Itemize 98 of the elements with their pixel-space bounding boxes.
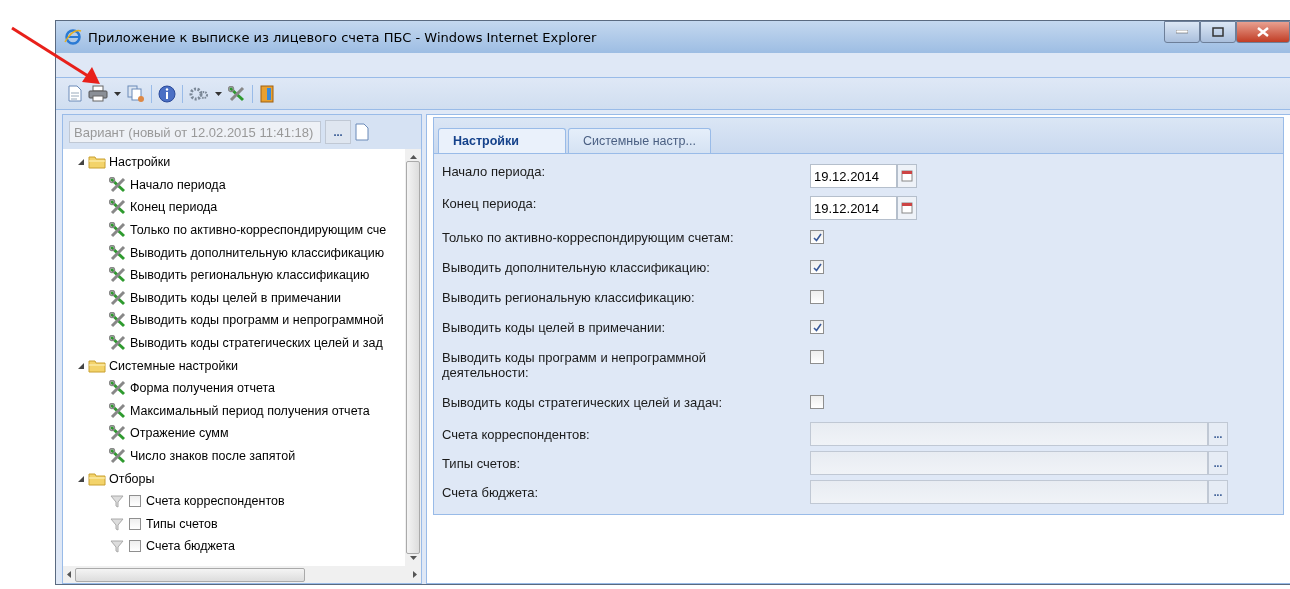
- tree-item[interactable]: Начало периода: [130, 177, 226, 192]
- checkbox[interactable]: [129, 517, 141, 530]
- minimize-icon: [1176, 30, 1188, 34]
- tools-icon: [109, 199, 127, 216]
- tree-item[interactable]: Выводить коды программ и непрограммной: [130, 313, 384, 328]
- tree-item[interactable]: Счета корреспондентов: [146, 494, 285, 509]
- tree-group-label[interactable]: Отборы: [109, 471, 155, 486]
- maximize-button[interactable]: [1200, 21, 1236, 43]
- tree-item[interactable]: Счета бюджета: [146, 539, 235, 554]
- lookup-field[interactable]: [810, 451, 1208, 475]
- checkbox[interactable]: [810, 320, 824, 334]
- browser-logo-icon: [64, 28, 82, 46]
- folder-icon: [88, 155, 106, 170]
- tree-item[interactable]: Форма получения отчета: [130, 381, 275, 396]
- browse-button[interactable]: ...: [325, 120, 351, 144]
- tools-icon: [109, 312, 127, 329]
- tools-icon: [109, 402, 127, 419]
- scroll-right-arrow-icon[interactable]: [413, 571, 417, 578]
- checkbox[interactable]: [810, 395, 824, 409]
- printer-icon[interactable]: [88, 85, 108, 102]
- field-label: Выводить коды программ и непрограммной деятельности:: [442, 350, 707, 380]
- scroll-left-arrow-icon[interactable]: [67, 571, 71, 578]
- field-label: Счета корреспондентов:: [442, 426, 591, 442]
- checkbox[interactable]: [810, 260, 824, 274]
- tools-icon: [109, 289, 127, 306]
- lookup-field[interactable]: [810, 480, 1208, 504]
- folder-icon: [88, 471, 106, 486]
- close-button[interactable]: [1236, 21, 1290, 43]
- calendar-button[interactable]: [897, 196, 917, 220]
- field-label: Выводить региональную классификацию:: [442, 290, 696, 305]
- tools-icon: [109, 222, 127, 239]
- exit-door-icon[interactable]: [259, 84, 275, 103]
- tools-icon: [228, 85, 246, 102]
- tools-icon: [109, 244, 127, 261]
- checkbox[interactable]: [810, 290, 824, 304]
- date-field[interactable]: 19.12.2014: [810, 164, 897, 188]
- tree-group-label[interactable]: Системные настройки: [109, 358, 238, 373]
- scroll-down-arrow-icon[interactable]: [409, 556, 417, 560]
- browse-button[interactable]: ...: [1208, 480, 1228, 504]
- document-icon[interactable]: [355, 123, 369, 141]
- tree-item[interactable]: Максимальный период получения отчета: [130, 403, 370, 418]
- tree-item[interactable]: Отражение сумм: [130, 426, 229, 441]
- checkbox[interactable]: [129, 540, 141, 553]
- tab[interactable]: Системные настр...: [567, 128, 711, 153]
- tree-item[interactable]: Типы счетов: [146, 516, 218, 531]
- dropdown-caret-icon[interactable]: [114, 91, 121, 96]
- tools-icon: [109, 448, 127, 464]
- info-icon[interactable]: [158, 84, 176, 103]
- tools-icon: [109, 176, 127, 193]
- tree-item[interactable]: Выводить региональную классификацию: [130, 268, 370, 283]
- calendar-button[interactable]: [897, 164, 917, 188]
- expanded-triangle-icon[interactable]: [77, 474, 85, 483]
- funnel-icon: [110, 539, 124, 554]
- checkbox[interactable]: [810, 230, 824, 244]
- field-label: Типы счетов:: [442, 455, 522, 471]
- browse-button[interactable]: ...: [1208, 422, 1228, 446]
- tools-icon: [109, 425, 127, 442]
- calendar-icon: [901, 202, 913, 214]
- tools-icon: [109, 380, 127, 397]
- expanded-triangle-icon[interactable]: [77, 158, 85, 167]
- close-icon: [1257, 27, 1269, 37]
- tab[interactable]: Настройки: [438, 128, 566, 153]
- gears-icon[interactable]: [189, 85, 209, 102]
- tools-icon: [109, 335, 127, 352]
- field-label: Начало периода:: [442, 164, 547, 179]
- horizontal-scrollbar[interactable]: [63, 566, 421, 583]
- folder-icon: [88, 358, 106, 373]
- tree-item[interactable]: Выводить коды целей в примечании: [130, 290, 342, 305]
- maximize-icon: [1212, 27, 1224, 37]
- vertical-scrollbar[interactable]: [405, 149, 421, 566]
- copy-documents-icon[interactable]: [127, 84, 145, 103]
- field-label: Выводить коды целей в примечании:: [442, 320, 667, 335]
- date-field[interactable]: 19.12.2014: [810, 196, 897, 220]
- expanded-triangle-icon[interactable]: [77, 361, 85, 370]
- tree-item[interactable]: Конец периода: [130, 200, 218, 215]
- window-title: Приложение к выписке из лицевого счета ПБС - Windows Internet Explorer: [88, 29, 597, 45]
- funnel-icon: [110, 494, 124, 509]
- browse-button[interactable]: ...: [1208, 451, 1228, 475]
- calendar-icon: [901, 170, 913, 182]
- scroll-up-arrow-icon[interactable]: [409, 155, 417, 159]
- field-label: Только по активно-корреспондирующим счетам:: [442, 230, 735, 245]
- tree-item[interactable]: Выводить коды стратегических целей и зад: [130, 336, 383, 351]
- field-label: Выводить дополнительную классификацию:: [442, 260, 711, 275]
- field-label: Конец периода:: [442, 196, 538, 211]
- checkbox[interactable]: [810, 350, 824, 364]
- dropdown-caret-icon[interactable]: [215, 91, 222, 96]
- lookup-field[interactable]: [810, 422, 1208, 446]
- checkbox[interactable]: [129, 495, 141, 508]
- document-icon[interactable]: [68, 85, 82, 102]
- field-label: Счета бюджета:: [442, 484, 540, 500]
- tree-item[interactable]: Число знаков после запятой: [130, 449, 296, 463]
- tree-group-label[interactable]: Настройки: [109, 155, 171, 170]
- field-label: Выводить коды стратегических целей и задач:: [442, 395, 724, 410]
- tools-icon: [109, 267, 127, 284]
- tree-item[interactable]: Только по активно-корреспондирующим сче: [130, 223, 387, 238]
- tree-item[interactable]: Выводить дополнительную классификацию: [130, 245, 385, 260]
- minimize-button[interactable]: [1164, 21, 1200, 43]
- funnel-icon: [110, 516, 124, 531]
